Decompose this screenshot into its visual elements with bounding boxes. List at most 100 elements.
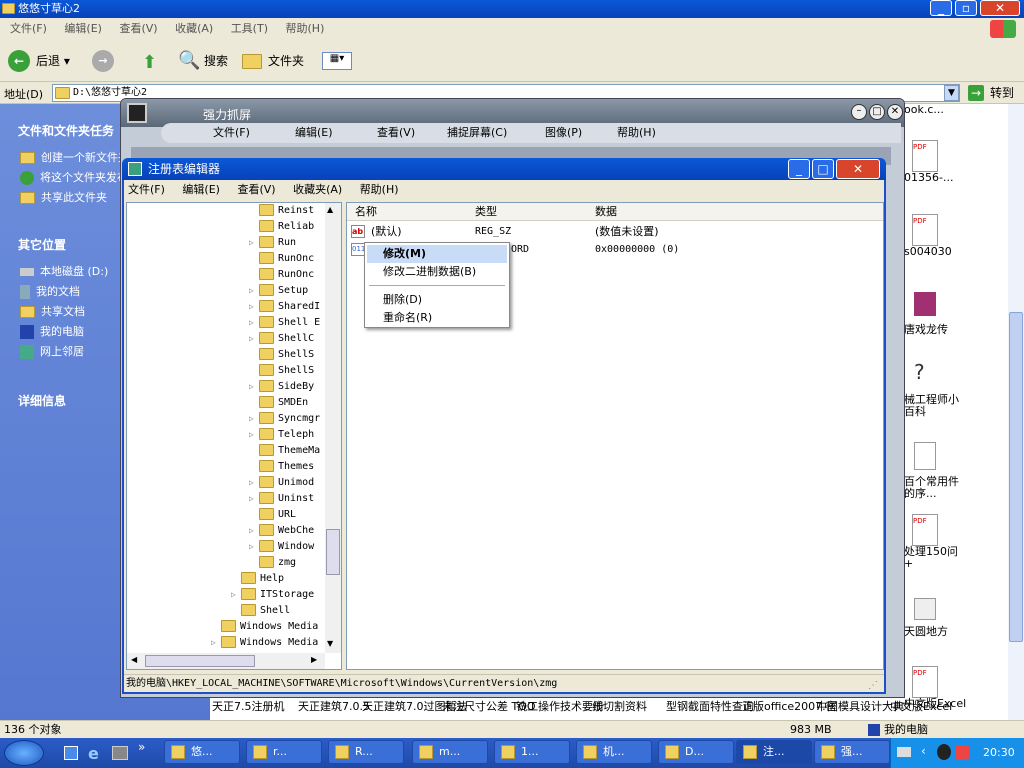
show-desktop-icon[interactable] [64, 746, 78, 760]
menu-edit[interactable]: 编辑(E) [64, 22, 102, 35]
expand-arrow-icon[interactable]: ▷ [249, 235, 259, 251]
files-scrollbar[interactable] [1008, 104, 1024, 720]
capture-menu-file[interactable]: 文件(F) [213, 123, 250, 143]
clock[interactable]: 20:30 [983, 746, 1015, 759]
tree-node[interactable]: ShellS [249, 347, 329, 363]
menu-file[interactable]: 文件(F) [10, 22, 47, 35]
file-item[interactable]: PDF 处理150问+ [904, 514, 964, 570]
taskbar-button[interactable]: 1... [494, 740, 570, 764]
expand-arrow-icon[interactable]: ▷ [249, 491, 259, 507]
taskbar-button[interactable]: D... [658, 740, 734, 764]
expand-arrow-icon[interactable]: ▷ [249, 299, 259, 315]
capture-menu-help[interactable]: 帮助(H) [617, 123, 656, 143]
tree-node[interactable]: ▷ Setup [249, 283, 329, 299]
context-modify-binary[interactable]: 修改二进制数据(B) [367, 263, 507, 281]
tree-node[interactable]: Themes [249, 459, 329, 475]
file-label[interactable]: 铣工操作技术要册 [516, 698, 604, 714]
tree-scroll-down[interactable]: ▼ [327, 639, 333, 648]
tree-node[interactable]: Shell [211, 603, 331, 619]
expand-arrow-icon[interactable]: ▷ [249, 475, 259, 491]
menu-tools[interactable]: 工具(T) [231, 22, 268, 35]
search-button[interactable]: 🔍 搜索 [178, 50, 228, 72]
keyboard-icon[interactable] [897, 747, 911, 757]
tree-scroll-up[interactable]: ▲ [327, 205, 333, 214]
regedit-minimize-button[interactable]: _ [788, 159, 810, 179]
file-item[interactable]: PDF s004030 [904, 214, 1024, 258]
file-item[interactable]: 天圆地方 [904, 598, 1024, 638]
context-delete[interactable]: 删除(D) [367, 291, 507, 309]
regedit-close-button[interactable]: ✕ [836, 159, 880, 179]
place-local-disk[interactable]: 本地磁盘 (D:) [20, 262, 108, 282]
tree-node[interactable]: URL [249, 507, 329, 523]
task-publish-folder[interactable]: 将这个文件夹发布 [20, 168, 129, 188]
tree-node[interactable]: ▷ ITStorage [211, 587, 331, 603]
maximize-button[interactable]: ▫ [955, 0, 977, 16]
forward-button[interactable]: → [92, 50, 114, 72]
tree-node[interactable]: ThemeMa [249, 443, 329, 459]
up-folder-icon[interactable]: ⬆ [142, 52, 157, 73]
tree-node[interactable]: ▷ Shell E [249, 315, 329, 331]
regedit-maximize-button[interactable]: □ [812, 159, 834, 179]
file-label[interactable]: 天正建筑7.0.5 [298, 698, 370, 714]
expand-arrow-icon[interactable]: ▷ [211, 635, 221, 651]
tree-hscroll-left[interactable]: ◀ [131, 655, 137, 664]
regedit-menu-edit[interactable]: 编辑(E) [182, 183, 220, 196]
tree-node[interactable]: ▷ Windows Media [211, 635, 331, 651]
tree-node[interactable]: ▷ SharedI [249, 299, 329, 315]
regedit-menu-view[interactable]: 查看(V) [237, 183, 275, 196]
expand-arrow-icon[interactable]: ▷ [249, 427, 259, 443]
place-my-documents[interactable]: 我的文档 [20, 282, 108, 302]
tree-node[interactable]: ▷ WebChe [249, 523, 329, 539]
capture-menu-edit[interactable]: 编辑(E) [295, 123, 333, 143]
tree-node[interactable]: Help [211, 571, 331, 587]
capture-menu-image[interactable]: 图像(P) [545, 123, 582, 143]
tree-hscroll-thumb[interactable] [145, 655, 255, 667]
taskbar-button[interactable]: m... [412, 740, 488, 764]
tree-node[interactable]: ShellS [249, 363, 329, 379]
expand-arrow-icon[interactable]: ▷ [249, 379, 259, 395]
task-share-folder[interactable]: 共享此文件夹 [20, 188, 129, 208]
menu-view[interactable]: 查看(V) [119, 22, 157, 35]
menu-help[interactable]: 帮助(H) [286, 22, 325, 35]
close-button[interactable]: ✕ [980, 0, 1020, 16]
quicklaunch-icon[interactable] [112, 746, 128, 760]
network-status-icon[interactable] [955, 745, 969, 759]
tree-vertical-scrollbar[interactable]: ▲ ▼ [325, 203, 341, 653]
taskbar-button[interactable]: 悠... [164, 740, 240, 764]
menu-favorites[interactable]: 收藏(A) [175, 22, 213, 35]
column-data[interactable]: 数据 [595, 203, 617, 221]
tree-node[interactable]: ▷ Unimod [249, 475, 329, 491]
tree-horizontal-scrollbar[interactable]: ◀ ▶ [127, 653, 325, 669]
place-my-computer[interactable]: 我的电脑 [20, 322, 108, 342]
capture-minimize-button[interactable]: – [851, 104, 867, 120]
tree-node[interactable]: ▷ Teleph [249, 427, 329, 443]
go-button[interactable]: → 转到 [968, 84, 1014, 102]
back-button[interactable]: ← 后退 ▾ [8, 50, 70, 72]
file-item[interactable]: ? 械工程师小百科 [904, 362, 960, 418]
file-label[interactable]: 中文版Excel [890, 698, 952, 714]
expand-arrow-icon[interactable]: ▷ [249, 523, 259, 539]
tree-node[interactable]: RunOnc [249, 267, 329, 283]
expand-arrow-icon[interactable]: ▷ [249, 411, 259, 427]
file-label[interactable]: 型钢截面特性查询 [666, 698, 754, 714]
taskbar-button[interactable]: R... [328, 740, 404, 764]
tree-node[interactable]: RunOnc [249, 251, 329, 267]
file-label[interactable]: 线切割资料 [592, 698, 647, 714]
minimize-button[interactable]: _ [930, 0, 952, 16]
regedit-menu-favorites[interactable]: 收藏夹(A) [293, 183, 342, 196]
context-modify[interactable]: 修改(M) [367, 245, 507, 263]
registry-tree[interactable]: Reinst Reliab ▷ Run RunOnc RunOnc ▷ Setup ▷ Share… [126, 202, 342, 670]
taskbar-button[interactable]: 强... [814, 740, 890, 764]
file-item[interactable]: 百个常用件的序... [904, 442, 960, 500]
capture-menu-view[interactable]: 查看(V) [377, 123, 415, 143]
start-button[interactable] [4, 740, 44, 766]
file-item[interactable]: PDF 01356-... [904, 140, 1024, 184]
expand-arrow-icon[interactable]: ▷ [249, 331, 259, 347]
column-type[interactable]: 类型 [475, 203, 497, 221]
views-button[interactable]: ▦▾ [322, 52, 352, 70]
tree-node[interactable]: SMDEn [249, 395, 329, 411]
column-name[interactable]: 名称 [355, 203, 377, 221]
tree-node[interactable]: ▷ Syncmgr [249, 411, 329, 427]
taskbar-button[interactable]: 机... [576, 740, 652, 764]
tree-hscroll-right[interactable]: ▶ [311, 655, 317, 664]
